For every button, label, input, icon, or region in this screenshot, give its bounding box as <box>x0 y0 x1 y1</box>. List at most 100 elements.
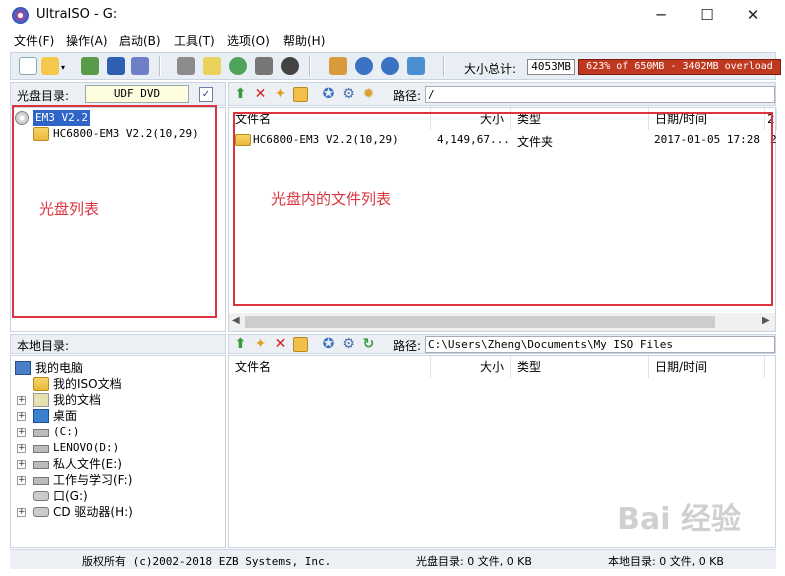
burn-cd-icon[interactable] <box>203 57 221 75</box>
cd-drive-icon <box>33 491 49 501</box>
boot-icon[interactable]: ✪ <box>321 337 336 352</box>
open-folder-icon[interactable] <box>41 57 59 75</box>
window-title: UltraISO - G: <box>36 7 118 22</box>
scroll-left-icon[interactable]: ◀ <box>232 315 240 326</box>
status-disc-summary: 光盘目录: 0 文件, 0 KB <box>416 555 532 568</box>
drive-icon <box>33 461 49 469</box>
settings-gear-icon[interactable]: ⚙ <box>341 337 356 352</box>
menu-help[interactable]: 帮助(H) <box>283 32 325 49</box>
expand-icon[interactable]: + <box>17 428 26 437</box>
settings-gear-icon[interactable]: ⚙ <box>341 87 356 102</box>
size-total-value: 4053MB <box>527 59 575 75</box>
save-icon[interactable] <box>107 57 125 75</box>
disc-horizontal-scrollbar[interactable]: ◀ ▶ <box>229 313 775 331</box>
title-bar: UltraISO - G: ─ ☐ ✕ <box>0 0 785 30</box>
local-path-label: 路径: <box>393 339 422 353</box>
tree-item-label: LENOVO(D:) <box>53 441 120 454</box>
tree-item-label: 我的电脑 <box>35 361 84 375</box>
tree-item-label: 桌面 <box>53 409 78 423</box>
make-cd-image-icon[interactable] <box>177 57 195 75</box>
mount-icon[interactable] <box>255 57 273 75</box>
up-arrow-icon[interactable]: ⬆ <box>233 87 248 102</box>
help-icon[interactable] <box>381 57 399 75</box>
local-directory-header: 本地目录: <box>10 334 226 354</box>
tree-item-label: (C:) <box>53 425 80 438</box>
capacity-overload-bar: 623% of 650MB - 3402MB overload <box>578 59 781 75</box>
expand-icon[interactable]: + <box>17 444 26 453</box>
options-icon[interactable] <box>329 57 347 75</box>
expand-icon[interactable]: + <box>17 396 26 405</box>
refresh-icon[interactable]: ✹ <box>361 87 376 102</box>
tree-item-label: 口(G:) <box>53 489 88 503</box>
expand-icon[interactable]: + <box>17 460 26 469</box>
drive-icon <box>33 477 49 485</box>
disc-files-panel: 文件名 大小 类型 日期/时间 2 HC6800-EM3 V2.2(10,29)… <box>228 107 777 332</box>
tree-item-label: 我的ISO文档 <box>53 377 122 391</box>
new-folder-icon[interactable]: ✦ <box>253 337 268 352</box>
tree-item-label: 私人文件(E:) <box>53 457 122 471</box>
up-arrow-icon[interactable]: ⬆ <box>233 337 248 352</box>
menu-bootable[interactable]: 启动(B) <box>119 32 161 49</box>
toolbar-separator <box>309 56 311 76</box>
drive-icon <box>33 429 49 437</box>
disc-tree-panel: EM3 V2.2 HC6800-EM3 V2.2(10,29) 光盘列表 <box>10 105 226 332</box>
disc-directory-header: 光盘目录: UDF DVD ✓ <box>10 82 226 106</box>
expand-icon[interactable]: + <box>17 412 26 421</box>
local-directory-label: 本地目录: <box>17 339 70 353</box>
maximize-button[interactable]: ☐ <box>684 0 730 30</box>
virtual-drive-icon[interactable] <box>281 57 299 75</box>
cd-drive-icon <box>33 507 49 517</box>
open-dropdown-icon[interactable]: ▾ <box>61 63 65 72</box>
local-files-toolbar: ⬆ ✦ ✕ ✪ ⚙ ↻ 路径: C:\Users\Zheng\Documents… <box>228 334 776 354</box>
column-date[interactable]: 日期/时间 <box>649 356 765 378</box>
menu-tools[interactable]: 工具(T) <box>174 32 215 49</box>
compress-iso-icon[interactable] <box>229 57 247 75</box>
add-to-disc-icon[interactable] <box>293 337 308 352</box>
column-size[interactable]: 大小 <box>431 356 511 378</box>
iso-folder-icon <box>33 377 49 391</box>
volume-properties-icon[interactable]: ✓ <box>199 87 213 102</box>
desktop-icon <box>33 409 49 423</box>
extract-icon[interactable] <box>81 57 99 75</box>
new-file-icon[interactable] <box>19 57 37 75</box>
menu-file[interactable]: 文件(F) <box>14 32 54 49</box>
add-files-icon[interactable] <box>293 87 308 102</box>
annotation-disc-files: 光盘内的文件列表 <box>271 190 392 208</box>
delete-icon[interactable]: ✕ <box>253 87 268 102</box>
delete-icon[interactable]: ✕ <box>273 337 288 352</box>
watermark: Bai 经验 <box>617 502 741 537</box>
scrollbar-thumb[interactable] <box>245 316 715 328</box>
computer-icon <box>15 361 31 375</box>
status-bar: 版权所有 (c)2002-2018 EZB Systems, Inc. 光盘目录… <box>10 549 776 569</box>
local-path-field[interactable]: C:\Users\Zheng\Documents\My ISO Files <box>425 336 775 353</box>
column-type[interactable]: 类型 <box>511 356 649 378</box>
documents-icon <box>33 393 49 407</box>
size-total-label: 大小总计: <box>464 62 517 76</box>
disc-directory-label: 光盘目录: <box>17 89 70 103</box>
expand-icon[interactable]: + <box>17 508 26 517</box>
menu-options[interactable]: 选项(O) <box>227 32 270 49</box>
save-as-icon[interactable] <box>131 57 149 75</box>
minimize-button[interactable]: ─ <box>638 0 684 30</box>
toolbar-separator <box>159 56 161 76</box>
toolbar-separator <box>443 56 445 76</box>
exit-icon[interactable] <box>407 57 425 75</box>
refresh-icon[interactable]: ↻ <box>361 337 376 352</box>
scroll-right-icon[interactable]: ▶ <box>762 315 770 326</box>
menu-bar: 文件(F) 操作(A) 启动(B) 工具(T) 选项(O) 帮助(H) <box>0 30 785 50</box>
status-copyright: 版权所有 (c)2002-2018 EZB Systems, Inc. <box>82 555 332 568</box>
annotation-disc-list: 光盘列表 <box>39 200 100 218</box>
main-toolbar: ▾ 大小总计: 4053MB 623% of 650MB - 3402MB ov… <box>10 52 781 80</box>
menu-actions[interactable]: 操作(A) <box>66 32 108 49</box>
boot-icon[interactable]: ✪ <box>321 87 336 102</box>
local-tree-panel: 我的电脑 我的ISO文档 + 我的文档 + 桌面 + (C:) + LENOVO… <box>10 355 226 548</box>
new-folder-icon[interactable]: ✦ <box>273 87 288 102</box>
info-icon[interactable] <box>355 57 373 75</box>
close-button[interactable]: ✕ <box>730 0 776 30</box>
expand-icon[interactable]: + <box>17 476 26 485</box>
column-filename[interactable]: 文件名 <box>229 356 431 378</box>
disc-volume-label[interactable]: UDF DVD <box>85 85 189 103</box>
disc-path-label: 路径: <box>393 89 422 103</box>
disc-path-field[interactable]: / <box>425 86 775 103</box>
tree-item-label: 我的文档 <box>53 393 102 407</box>
